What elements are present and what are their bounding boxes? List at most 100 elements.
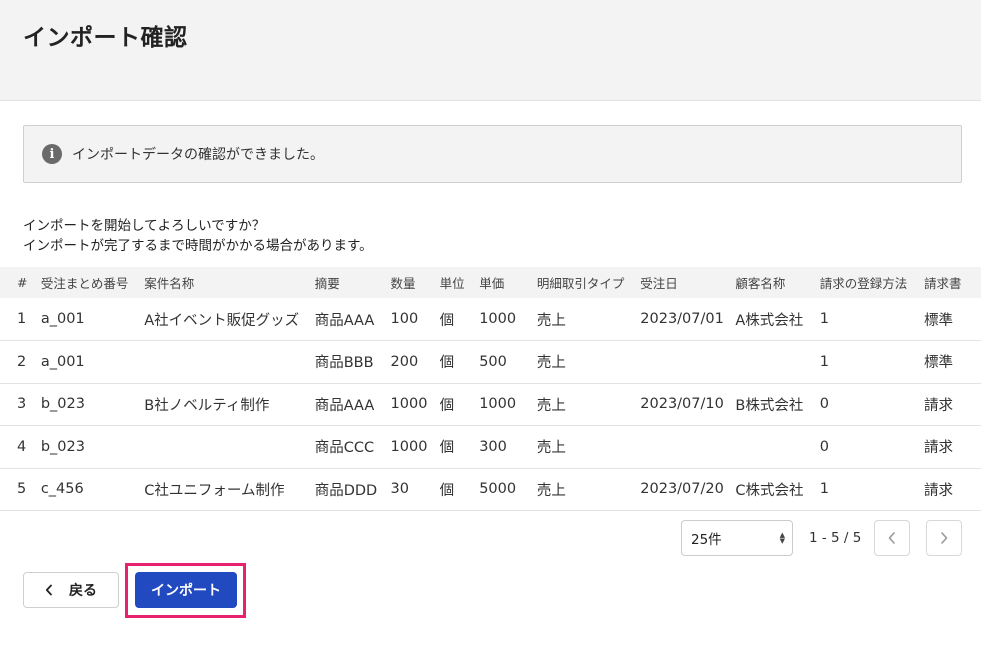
table-row: 1 a_001 A社イベント販促グッズ 商品AAA 100 個 1000 売上 2023/07/… (0, 298, 981, 341)
cell-col-invoice: 標準 (924, 355, 954, 372)
cell-col-billing-method: 1 (819, 481, 829, 498)
cell-col-invoice: 請求 (924, 397, 954, 414)
cell-col-unit-price: 300 (479, 438, 507, 455)
header-col-line-type: 明細取引タイプ (536, 276, 625, 291)
cell-col-customer-name: B株式会社 (735, 397, 804, 414)
cell-col-invoice: 請求 (924, 440, 954, 457)
header-col-order-group-number: 受注まとめ番号 (40, 276, 129, 291)
cell-col-unit-price: 500 (479, 353, 507, 370)
info-message: インポートデータの確認ができました。 (72, 147, 324, 163)
page-title: インポート確認 (23, 25, 188, 51)
cell-col-summary: 商品BBB (314, 355, 374, 372)
cell-col-index: 5 (17, 481, 27, 498)
per-page-value: 25件 (691, 532, 722, 548)
chevron-right-icon (941, 532, 948, 544)
cell-col-billing-method: 1 (819, 353, 829, 370)
cell-col-line-type: 売上 (536, 440, 566, 457)
cell-col-unit-price: 5000 (479, 481, 517, 498)
cell-col-order-date: 2023/07/10 (640, 396, 724, 413)
cell-col-order-date: 2023/07/20 (640, 481, 724, 498)
cell-col-index: 1 (17, 311, 27, 327)
cell-col-project-name: A社イベント販促グッズ (144, 312, 300, 329)
cell-col-order-group-number: b_023 (40, 396, 85, 413)
header-col-unit: 単位 (439, 276, 465, 291)
import-button-label: インポート (151, 583, 221, 599)
cell-col-customer-name: C株式会社 (735, 482, 804, 499)
header-col-invoice: 請求書 (924, 276, 962, 291)
prev-page-button[interactable] (874, 520, 910, 556)
cell-col-customer-name (735, 341, 819, 384)
cell-col-summary: 商品DDD (314, 482, 378, 499)
per-page-select[interactable]: 25件 ▲ ▼ (681, 520, 793, 556)
cell-col-unit: 個 (439, 482, 455, 499)
pagination: 25件 ▲ ▼ 1 - 5 / 5 (681, 520, 962, 556)
header-col-order-date: 受注日 (640, 276, 678, 291)
header-col-unit-price: 単価 (479, 276, 505, 291)
info-icon: i (42, 144, 62, 164)
cell-col-billing-method: 1 (819, 311, 829, 327)
cell-col-index: 3 (17, 396, 27, 413)
cell-col-billing-method: 0 (819, 396, 829, 413)
confirm-line-2: インポートが完了するまで時間がかかる場合があります。 (23, 238, 373, 254)
cell-col-quantity: 100 (390, 311, 419, 327)
cell-col-order-group-number: a_001 (40, 353, 85, 370)
cell-col-project-name: B社ノベルティ制作 (144, 397, 270, 414)
cell-col-invoice: 請求 (924, 482, 954, 499)
cell-col-order-date (640, 426, 735, 469)
next-page-button[interactable] (926, 520, 962, 556)
cell-col-quantity: 200 (390, 353, 419, 370)
page-range: 1 - 5 / 5 (809, 530, 862, 546)
header-col-quantity: 数量 (390, 276, 416, 291)
cell-col-project-name (144, 426, 314, 469)
cell-col-order-group-number: b_023 (40, 438, 85, 455)
header-col-customer-name: 顧客名称 (735, 276, 786, 291)
cell-col-quantity: 30 (390, 481, 409, 498)
cell-col-billing-method: 0 (819, 438, 829, 455)
info-alert: i インポートデータの確認ができました。 (23, 125, 962, 183)
cell-col-customer-name: A株式会社 (735, 312, 804, 329)
cell-col-line-type: 売上 (536, 482, 566, 499)
cell-col-order-date: 2023/07/01 (640, 311, 724, 327)
cell-col-order-group-number: a_001 (40, 311, 85, 327)
chevron-left-icon (45, 584, 52, 596)
header-col-summary: 摘要 (314, 276, 340, 291)
cell-col-customer-name (735, 426, 819, 469)
cell-col-unit: 個 (439, 312, 455, 329)
import-button[interactable]: インポート (135, 572, 237, 608)
confirm-line-1: インポートを開始してよろしいですか？ (23, 218, 266, 234)
cell-col-summary: 商品AAA (314, 312, 375, 329)
cell-col-unit: 個 (439, 440, 455, 457)
cell-col-project-name (144, 341, 314, 384)
table-row: 4 b_023 商品CCC 1000 個 300 売上 0 請求 (0, 426, 981, 469)
cell-col-unit: 個 (439, 355, 455, 372)
header-col-index: # (17, 275, 28, 290)
cell-col-line-type: 売上 (536, 312, 566, 329)
table-row: 3 b_023 B社ノベルティ制作 商品AAA 1000 個 1000 売上 2023/07/1… (0, 383, 981, 426)
chevron-left-icon (888, 532, 895, 544)
cell-col-line-type: 売上 (536, 355, 566, 372)
cell-col-line-type: 売上 (536, 397, 566, 414)
table-header-row: # 受注まとめ番号 案件名称 摘要 数量 単位 単価 明細取引タイプ 受注日 顧客名称 請求の登録方… (0, 267, 981, 298)
cell-col-summary: 商品CCC (314, 440, 375, 457)
confirm-message: インポートを開始してよろしいですか？ インポートが完了するまで時間がかかる場合が… (23, 216, 373, 256)
header-col-project-name: 案件名称 (144, 276, 195, 291)
cell-col-quantity: 1000 (390, 396, 428, 413)
import-preview-table: # 受注まとめ番号 案件名称 摘要 数量 単位 単価 明細取引タイプ 受注日 顧客名称 請求の登録方… (0, 267, 981, 511)
cell-col-quantity: 1000 (390, 438, 428, 455)
cell-col-index: 4 (17, 438, 27, 455)
cell-col-project-name: C社ユニフォーム制作 (144, 482, 285, 499)
select-arrows-icon: ▲ ▼ (779, 531, 785, 545)
cell-col-invoice: 標準 (924, 312, 954, 329)
cell-col-index: 2 (17, 353, 27, 370)
cell-col-unit: 個 (439, 397, 455, 414)
table-row: 2 a_001 商品BBB 200 個 500 売上 1 標準 (0, 341, 981, 384)
back-button-label: 戻る (69, 583, 97, 599)
cell-col-order-date (640, 341, 735, 384)
table-row: 5 c_456 C社ユニフォーム制作 商品DDD 30 個 5000 売上 2023/07/20… (0, 468, 981, 511)
header-col-billing-method: 請求の登録方法 (819, 276, 908, 291)
page-header: インポート確認 (0, 0, 981, 101)
cell-col-summary: 商品AAA (314, 397, 375, 414)
cell-col-unit-price: 1000 (479, 396, 517, 413)
cell-col-unit-price: 1000 (479, 311, 517, 327)
back-button[interactable]: 戻る (23, 572, 119, 608)
